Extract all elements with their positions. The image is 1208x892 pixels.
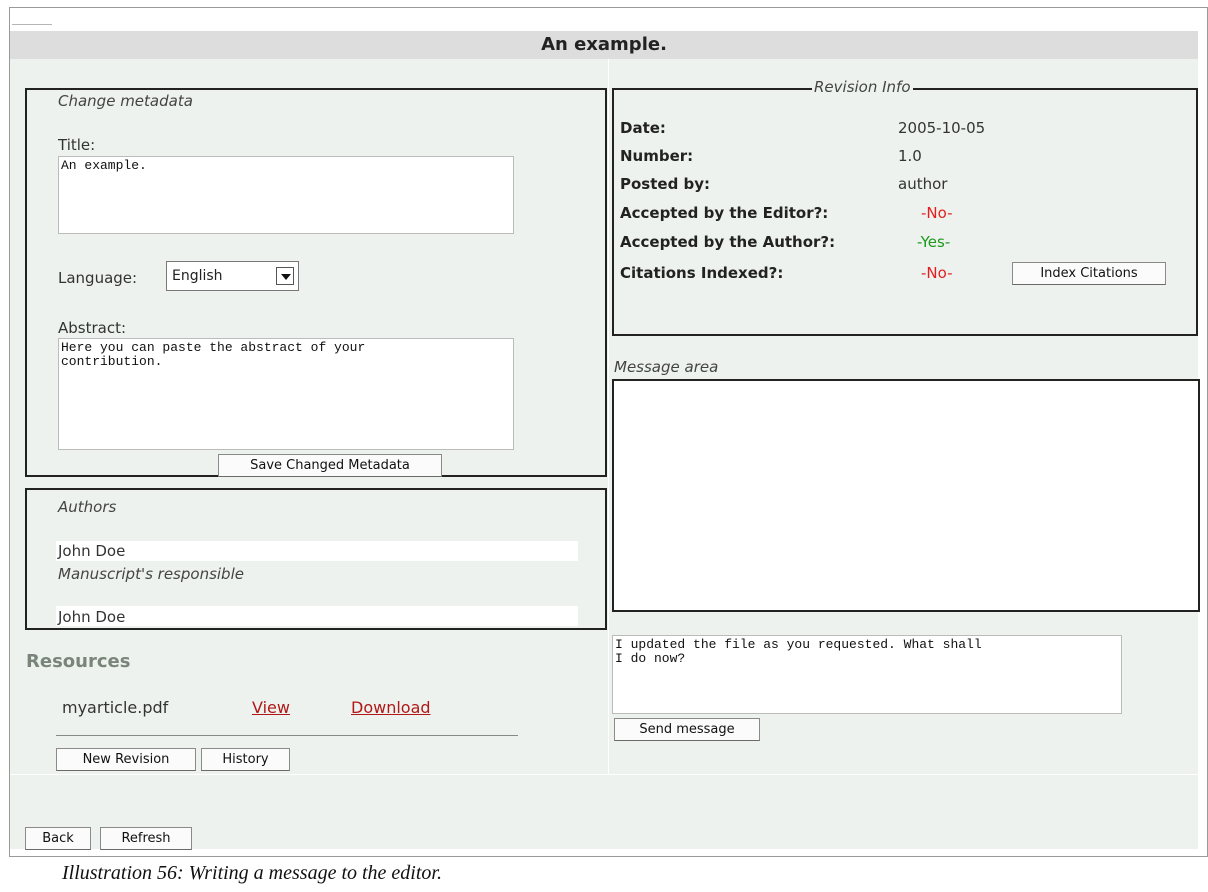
number-label: Number:: [620, 147, 694, 165]
resources-heading: Resources: [26, 651, 131, 672]
language-label: Language:: [58, 269, 138, 287]
back-button[interactable]: Back: [25, 827, 91, 850]
author-name: John Doe: [58, 542, 126, 560]
responsible-row: [56, 606, 578, 626]
message-area-legend: Message area: [614, 358, 719, 376]
revision-legend: Revision Info: [812, 78, 913, 96]
message-area: [612, 379, 1200, 612]
chevron-down-icon[interactable]: [276, 267, 294, 285]
resource-file-name: myarticle.pdf: [62, 698, 169, 717]
responsible-label: Manuscript's responsible: [58, 565, 244, 583]
accepted-editor-value: -No-: [921, 204, 953, 222]
number-value: 1.0: [898, 147, 922, 165]
download-link[interactable]: Download: [351, 698, 431, 717]
date-value: 2005-10-05: [898, 119, 986, 137]
citations-indexed-value: -No-: [921, 264, 953, 282]
abstract-field[interactable]: [58, 338, 514, 450]
abstract-label: Abstract:: [58, 319, 127, 337]
footer-area: Back Refresh: [10, 774, 1198, 850]
citations-indexed-label: Citations Indexed?:: [620, 264, 784, 282]
title-label: Title:: [58, 136, 96, 154]
column-divider: [608, 59, 609, 774]
author-row: [56, 541, 578, 561]
history-button[interactable]: History: [201, 748, 290, 771]
title-field[interactable]: [58, 156, 514, 234]
accepted-author-value: -Yes-: [917, 233, 951, 251]
view-link[interactable]: View: [252, 698, 290, 717]
posted-by-label: Posted by:: [620, 175, 711, 193]
message-input[interactable]: [612, 635, 1122, 714]
index-citations-button[interactable]: Index Citations: [1012, 262, 1166, 285]
revision-legend-text: Revision Info: [814, 78, 911, 96]
refresh-button[interactable]: Refresh: [100, 827, 192, 850]
responsible-name: John Doe: [58, 608, 126, 626]
new-revision-button[interactable]: New Revision: [56, 748, 196, 771]
metadata-section: Change metadata Title: Language: English…: [25, 88, 607, 477]
authors-section: Authors John Doe Manuscript's responsibl…: [25, 488, 607, 630]
date-label: Date:: [620, 119, 666, 137]
authors-legend: Authors: [58, 498, 117, 516]
language-value: English: [172, 268, 223, 284]
accepted-author-label: Accepted by the Author?:: [620, 233, 836, 251]
posted-by-value: author: [898, 175, 948, 193]
revision-section: Revision Info Date: 2005-10-05 Number: 1…: [612, 78, 1198, 336]
send-message-button[interactable]: Send message: [614, 718, 760, 741]
metadata-legend: Change metadata: [58, 92, 193, 110]
save-metadata-button[interactable]: Save Changed Metadata: [218, 454, 442, 477]
tab-stub: [12, 24, 52, 30]
page-title: An example.: [10, 31, 1198, 59]
language-select[interactable]: English: [166, 261, 299, 291]
figure-caption: Illustration 56: Writing a message to th…: [62, 862, 442, 884]
main-content: Change metadata Title: Language: English…: [10, 59, 1200, 850]
resources-divider: [56, 735, 518, 736]
accepted-editor-label: Accepted by the Editor?:: [620, 204, 829, 222]
